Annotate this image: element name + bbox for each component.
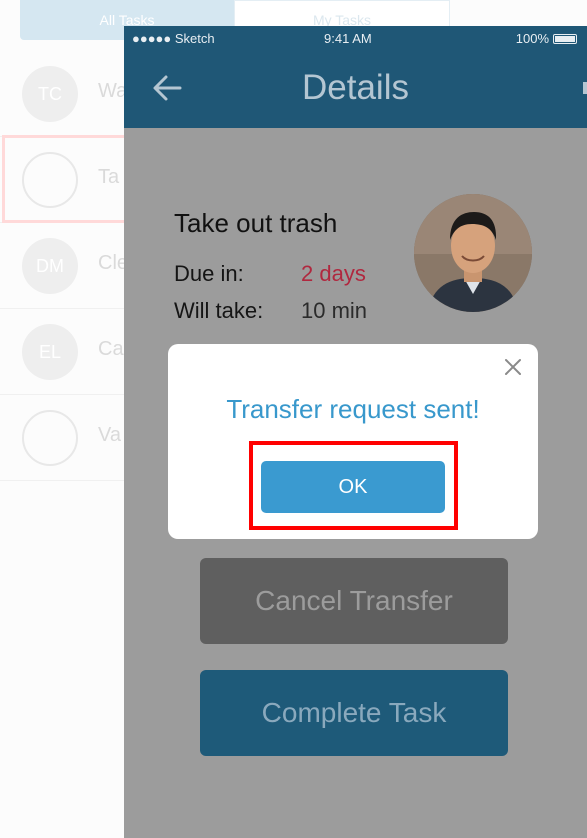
list-item-label: Va <box>98 424 121 446</box>
ok-button-highlight <box>249 441 458 530</box>
duration-value: 10 min <box>301 298 368 323</box>
status-bar: ●●●●● Sketch 9:41 AM 100% <box>124 26 587 52</box>
assignee-photo <box>414 194 532 312</box>
page-title: Details <box>302 68 409 107</box>
navigation-bar: Details <box>124 52 587 128</box>
selected-row-highlight <box>2 135 142 223</box>
avatar <box>22 410 78 466</box>
cancel-transfer-button[interactable]: Cancel Transfer <box>200 558 508 644</box>
close-icon[interactable] <box>502 356 524 378</box>
avatar: EL <box>22 324 78 380</box>
battery-indicator: 100% <box>516 31 577 46</box>
carrier-label: ●●●●● Sketch <box>132 31 215 46</box>
clock-label: 9:41 AM <box>324 31 372 46</box>
list-item-label: Wa <box>98 80 128 102</box>
complete-task-button[interactable]: Complete Task <box>200 670 508 756</box>
due-label: Due in: <box>174 261 244 286</box>
list-item-label: Ca <box>98 338 124 360</box>
avatar: DM <box>22 238 78 294</box>
task-title: Take out trash <box>174 208 338 238</box>
battery-icon <box>553 33 577 44</box>
avatar: TC <box>22 66 78 122</box>
battery-label: 100% <box>515 31 549 46</box>
dialog-message: Transfer request sent! <box>226 394 480 424</box>
duration-label: Will take: <box>174 298 264 323</box>
due-value: 2 days <box>301 261 366 286</box>
menu-icon[interactable] <box>583 82 587 94</box>
